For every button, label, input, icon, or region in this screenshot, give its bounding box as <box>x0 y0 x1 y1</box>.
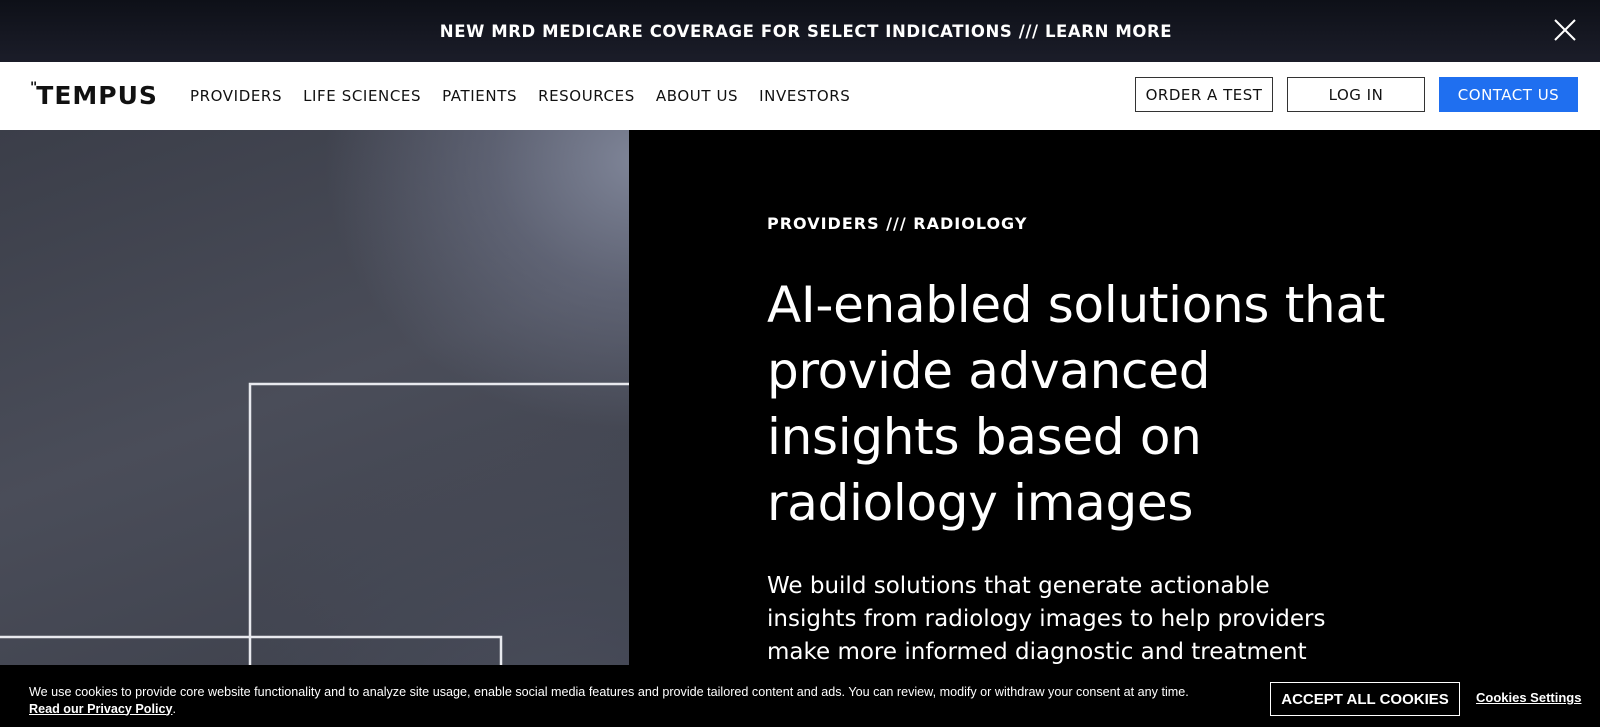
nav-link-providers[interactable]: PROVIDERS <box>190 87 282 105</box>
logo-text: TEMPUS <box>36 81 158 110</box>
cookie-text: We use cookies to provide core website f… <box>29 685 1189 699</box>
main-nav: " TEMPUS PROVIDERS LIFE SCIENCES PATIENT… <box>0 62 1600 130</box>
cookies-settings-link[interactable]: Cookies Settings <box>1476 690 1581 705</box>
breadcrumb: PROVIDERS /// RADIOLOGY <box>767 214 1028 233</box>
contact-us-button[interactable]: CONTACT US <box>1439 77 1578 112</box>
page-title: AI-enabled solutions that provide advanc… <box>767 276 1386 532</box>
hero-image <box>0 130 629 727</box>
accept-all-cookies-button[interactable]: ACCEPT ALL COOKIES <box>1270 682 1460 716</box>
cookie-banner: We use cookies to provide core website f… <box>0 665 1600 727</box>
nav-links: PROVIDERS LIFE SCIENCES PATIENTS RESOURC… <box>190 62 871 130</box>
hero-section: PROVIDERS /// RADIOLOGY AI-enabled solut… <box>0 130 1600 727</box>
cookie-message: We use cookies to provide core website f… <box>29 684 1259 717</box>
hero-line-art <box>0 382 629 727</box>
close-icon[interactable] <box>1552 17 1578 43</box>
nav-link-investors[interactable]: INVESTORS <box>759 87 850 105</box>
login-button[interactable]: LOG IN <box>1287 77 1425 112</box>
announcement-banner: NEW MRD MEDICARE COVERAGE FOR SELECT IND… <box>0 0 1600 62</box>
privacy-suffix: . <box>172 701 177 716</box>
nav-link-resources[interactable]: RESOURCES <box>538 87 635 105</box>
hero-description: We build solutions that generate actiona… <box>767 573 1326 665</box>
privacy-policy-link[interactable]: Read our Privacy Policy <box>29 702 173 716</box>
nav-link-life-sciences[interactable]: LIFE SCIENCES <box>303 87 421 105</box>
tempus-logo[interactable]: " TEMPUS <box>30 81 158 110</box>
order-test-button[interactable]: ORDER A TEST <box>1135 77 1273 112</box>
nav-link-patients[interactable]: PATIENTS <box>442 87 517 105</box>
announcement-link[interactable]: NEW MRD MEDICARE COVERAGE FOR SELECT IND… <box>440 22 1172 41</box>
nav-link-about-us[interactable]: ABOUT US <box>656 87 738 105</box>
